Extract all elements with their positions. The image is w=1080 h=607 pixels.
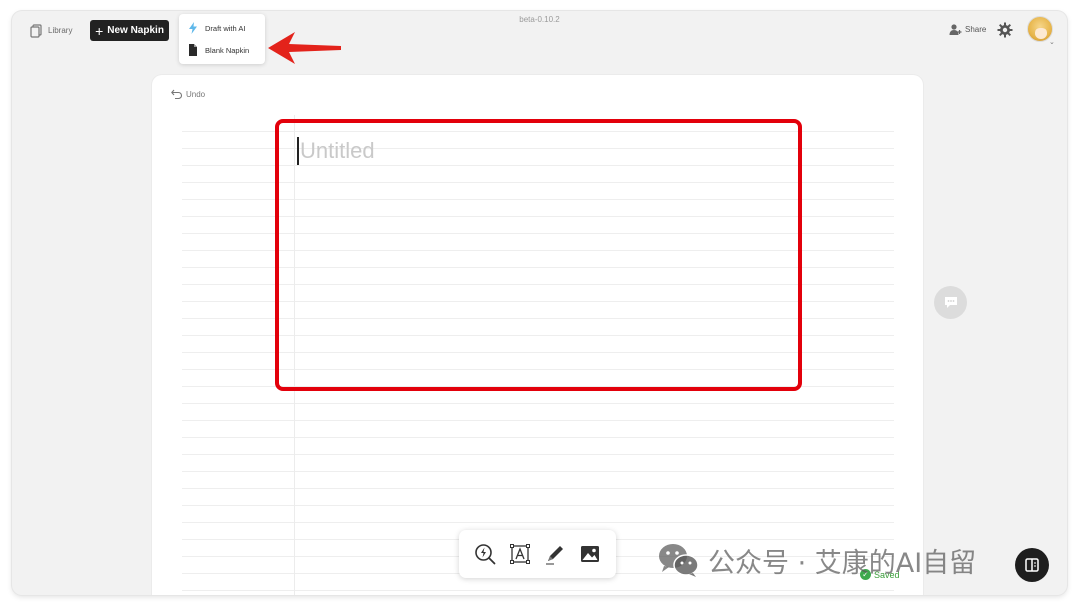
document-icon: [189, 44, 197, 56]
plus-icon: +: [95, 22, 104, 39]
red-highlight-box: [275, 119, 802, 391]
image-button[interactable]: [578, 542, 602, 566]
library-icon[interactable]: [29, 24, 43, 38]
undo-label: Undo: [186, 89, 206, 99]
undo-icon: [171, 89, 182, 99]
new-napkin-label: New Napkin: [107, 25, 164, 36]
generate-visual-button[interactable]: [473, 542, 497, 566]
avatar-face: [1035, 28, 1047, 39]
reader-button[interactable]: [1015, 548, 1049, 582]
lightning-icon: [189, 22, 197, 34]
undo-button[interactable]: Undo: [171, 89, 205, 99]
wechat-watermark: 公众号 · 艾康的AI自留: [658, 540, 976, 580]
library-link[interactable]: Library: [48, 26, 72, 35]
book-icon: [1025, 558, 1039, 572]
text-box-icon: [509, 544, 530, 564]
watermark-text: 公众号 · 艾康的AI自留: [708, 547, 977, 579]
wechat-logo-icon: [659, 544, 699, 577]
bottom-toolbar: [459, 530, 616, 578]
pen-button[interactable]: [543, 542, 567, 566]
menu-item-label: Blank Napkin: [205, 45, 250, 55]
new-napkin-menu: Draft with AI Blank Napkin: [179, 14, 265, 64]
share-label: Share: [965, 25, 987, 34]
text-box-button[interactable]: [508, 542, 532, 566]
comment-icon: [944, 297, 957, 308]
image-icon: [581, 546, 600, 562]
share-button[interactable]: Share: [949, 23, 986, 36]
chevron-down-icon[interactable]: ⌄: [1049, 38, 1055, 46]
menu-item-label: Draft with AI: [205, 23, 246, 33]
gear-icon[interactable]: [997, 22, 1013, 38]
version-label: beta-0.10.2: [519, 15, 560, 24]
comment-button[interactable]: [934, 286, 967, 319]
pen-icon: [546, 546, 564, 565]
menu-item-blank-napkin[interactable]: Blank Napkin: [179, 39, 265, 61]
add-person-icon: [949, 24, 962, 35]
generate-visual-icon: [474, 544, 496, 565]
menu-item-draft-with-ai[interactable]: Draft with AI: [179, 17, 265, 39]
red-arrow-annotation: [268, 32, 341, 64]
new-napkin-button[interactable]: + New Napkin: [90, 20, 169, 41]
